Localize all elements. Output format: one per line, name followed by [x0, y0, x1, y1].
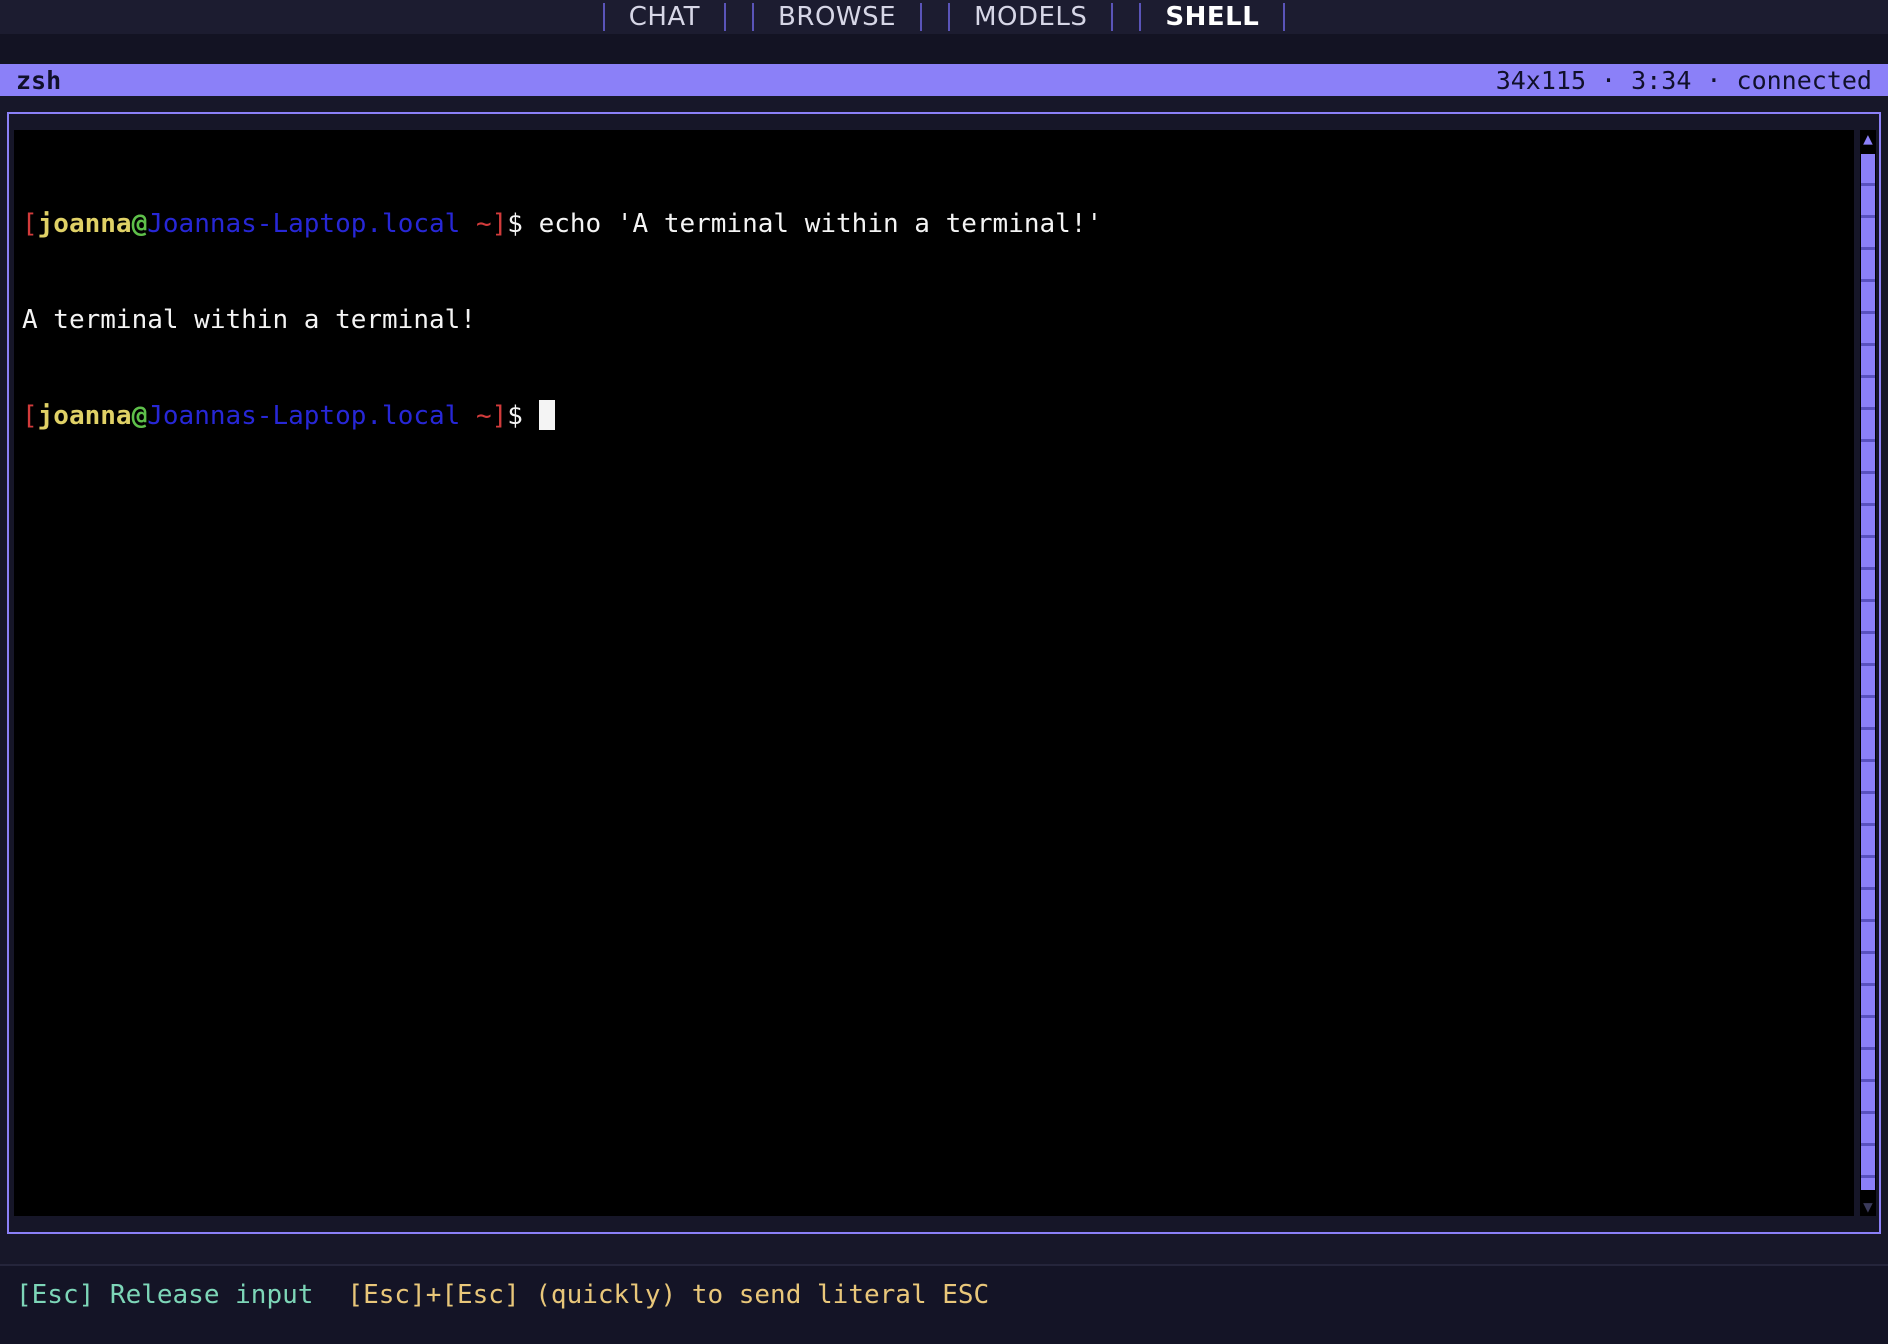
- session-status: 34x115 · 3:34 · connected: [1495, 65, 1872, 95]
- text-cursor: [538, 400, 555, 430]
- terminal-title-bar: zsh 34x115 · 3:34 · connected: [0, 64, 1888, 96]
- tab-chat[interactable]: CHAT: [602, 0, 727, 34]
- tab-shell-label: SHELL: [1165, 2, 1260, 32]
- scrollbar-thumb[interactable]: [1861, 154, 1875, 1190]
- terminal-screen[interactable]: [joanna@Joannas-Laptop.local ~]$ echo 'A…: [14, 130, 1854, 1216]
- prompt-host: Joannas-Laptop.local: [147, 401, 461, 431]
- prompt-user: joanna: [37, 209, 132, 239]
- literal-esc-hint: [Esc]+[Esc] (quickly) to send literal ES…: [347, 1280, 990, 1310]
- prompt-cwd: ~: [460, 209, 492, 239]
- terminal-scrollbar[interactable]: ▲ ▼: [1860, 130, 1876, 1216]
- command-output: A terminal within a terminal!: [22, 305, 476, 335]
- prompt-at: @: [131, 209, 148, 239]
- prompt-user: joanna: [37, 401, 132, 431]
- tab-browse-label: BROWSE: [778, 2, 897, 32]
- tab-bar-spacer: [0, 34, 1888, 64]
- prompt-open-bracket: [: [22, 401, 38, 431]
- prompt-close-bracket: ]: [491, 401, 508, 431]
- prompt-symbol: $: [507, 401, 539, 431]
- tab-browse[interactable]: BROWSE: [752, 0, 923, 34]
- prompt-cwd: ~: [460, 401, 492, 431]
- tab-shell[interactable]: SHELL: [1139, 0, 1286, 34]
- prompt-host: Joannas-Laptop.local: [147, 209, 461, 239]
- terminal-line-prompt: [joanna@Joannas-Laptop.local ~]$: [22, 400, 1854, 432]
- terminal-frame: [joanna@Joannas-Laptop.local ~]$ echo 'A…: [7, 112, 1881, 1234]
- scroll-down-arrow-icon[interactable]: ▼: [1860, 1198, 1876, 1216]
- prompt-at: @: [131, 401, 148, 431]
- terminal-line-command: [joanna@Joannas-Laptop.local ~]$ echo 'A…: [22, 208, 1854, 240]
- tab-separator: [724, 3, 727, 31]
- scroll-up-arrow-icon[interactable]: ▲: [1860, 130, 1876, 148]
- tab-separator: [1283, 3, 1286, 31]
- tab-chat-label: CHAT: [628, 2, 701, 32]
- command-text: echo 'A terminal within a terminal!': [538, 209, 1103, 239]
- prompt-close-bracket: ]: [491, 209, 508, 239]
- top-tab-bar: CHAT BROWSE MODELS SHELL: [0, 0, 1888, 34]
- prompt-open-bracket: [: [22, 209, 38, 239]
- tab-models-label: MODELS: [974, 2, 1088, 32]
- tab-separator: [920, 3, 923, 31]
- terminal-line-output: A terminal within a terminal!: [22, 304, 1854, 336]
- release-input-hint: [Esc] Release input: [16, 1280, 314, 1310]
- tab-separator: [1111, 3, 1114, 31]
- shell-name: zsh: [16, 65, 62, 95]
- footer-hints: [Esc] Release input [Esc]+[Esc] (quickly)…: [0, 1266, 1888, 1344]
- prompt-symbol: $: [507, 209, 539, 239]
- tab-models[interactable]: MODELS: [948, 0, 1114, 34]
